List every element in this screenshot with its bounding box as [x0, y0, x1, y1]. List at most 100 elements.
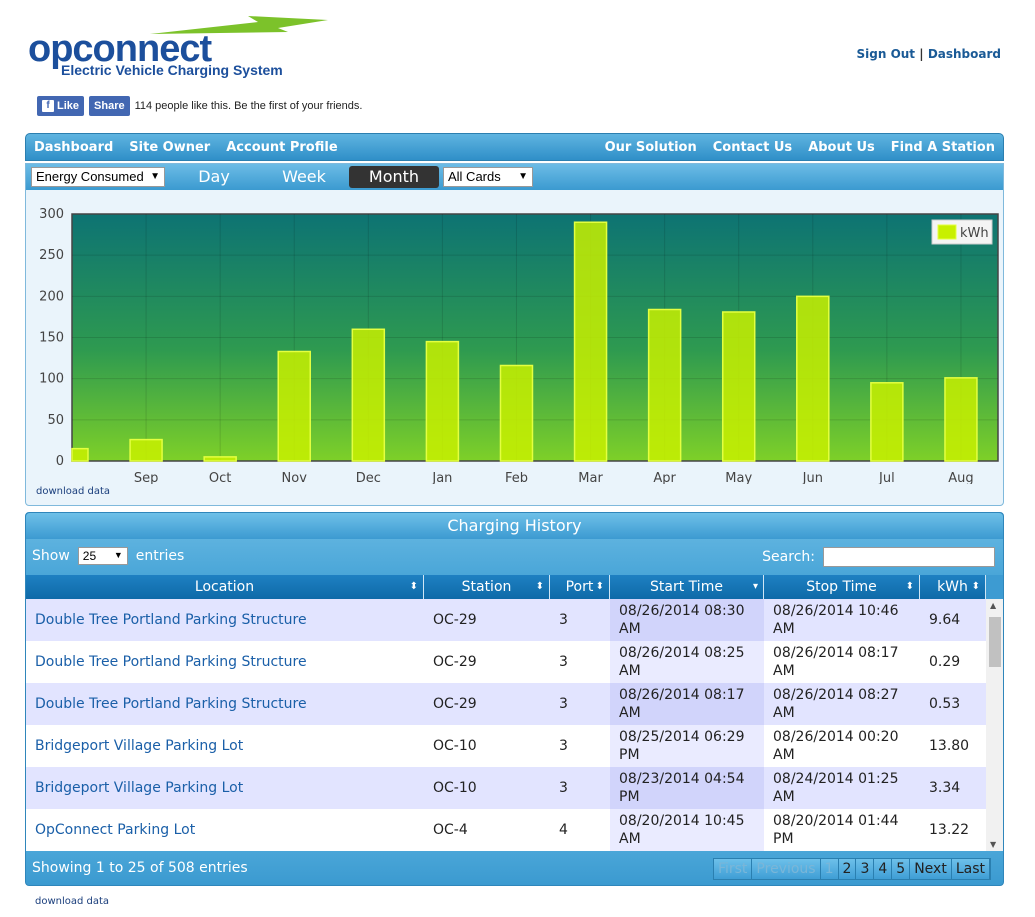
- table-row[interactable]: Double Tree Portland Parking Structure OC…: [26, 599, 986, 641]
- table-row[interactable]: Double Tree Portland Parking Structure OC…: [26, 683, 986, 725]
- dashboard-link[interactable]: Dashboard: [928, 47, 1001, 61]
- cards-select[interactable]: All Cards ▼: [443, 167, 533, 187]
- cell-start-time: 08/20/2014 10:45 AM: [610, 809, 764, 851]
- location-link[interactable]: Bridgeport Village Parking Lot: [35, 737, 243, 755]
- nav-about-us[interactable]: About Us: [808, 140, 875, 155]
- cell-kwh: 9.64: [929, 612, 961, 628]
- table-row[interactable]: Double Tree Portland Parking Structure OC…: [26, 641, 986, 683]
- scroll-down-icon[interactable]: ▼: [990, 840, 996, 849]
- y-tick-label: 0: [56, 454, 64, 469]
- tab-day[interactable]: Day: [169, 166, 259, 188]
- location-link[interactable]: Double Tree Portland Parking Structure: [35, 611, 307, 629]
- y-tick-label: 150: [39, 331, 64, 346]
- cell-location: Double Tree Portland Parking Structure: [26, 599, 424, 641]
- table-row[interactable]: Bridgeport Village Parking Lot OC-10 3 08/2…: [26, 725, 986, 767]
- pager-4[interactable]: 4: [874, 859, 893, 879]
- cell-start-time: 08/23/2014 04:54 PM: [610, 767, 764, 809]
- cell-stop-time: 08/26/2014 08:27 AM: [773, 687, 899, 721]
- location-link[interactable]: Double Tree Portland Parking Structure: [35, 695, 307, 713]
- cell-port: 4: [559, 822, 568, 838]
- nav-our-solution[interactable]: Our Solution: [605, 140, 697, 155]
- y-tick-label: 250: [39, 248, 64, 263]
- charging-history-panel: Charging History Show 25 ▼ entries Searc…: [25, 512, 1004, 886]
- cell-kwh: 0.53: [929, 696, 961, 712]
- metric-select[interactable]: Energy Consumed ▼: [31, 167, 165, 187]
- charging-history-title: Charging History: [26, 513, 1003, 539]
- cell-kwh: 3.34: [929, 780, 961, 796]
- pager-1[interactable]: 1: [820, 859, 839, 879]
- sort-icon: ⬍: [905, 581, 914, 592]
- column-header-label: kWh: [937, 579, 968, 595]
- scroll-up-icon[interactable]: ▲: [990, 601, 996, 610]
- download-data-link[interactable]: download data: [36, 486, 110, 497]
- facebook-share-button[interactable]: Share: [89, 96, 130, 116]
- table-header: Location ⬍ Station ⬍ Port ⬍ Start Time ▾ Stop Ti…: [26, 575, 986, 599]
- pager-last[interactable]: Last: [951, 859, 990, 879]
- table-scrollbar[interactable]: ▲ ▼: [986, 599, 1003, 851]
- chart-bar: [647, 308, 682, 462]
- table-toolbar: Show 25 ▼ entries Search:: [26, 539, 1003, 575]
- x-tick-label: Jul: [878, 471, 895, 484]
- chevron-down-icon: ▼: [113, 550, 123, 560]
- column-header-label: Port: [565, 579, 594, 595]
- facebook-like-button[interactable]: f Like: [37, 96, 85, 116]
- table-row[interactable]: OpConnect Parking Lot OC-4 4 08/20/2014 10:…: [26, 809, 986, 851]
- chevron-down-icon: ▼: [150, 171, 160, 182]
- pager-next[interactable]: Next: [910, 859, 952, 879]
- download-data-link-bottom[interactable]: download data: [35, 896, 109, 907]
- chart-bar: [573, 221, 608, 462]
- pager-first[interactable]: First: [713, 859, 753, 879]
- cell-location: Bridgeport Village Parking Lot: [26, 725, 424, 767]
- column-header-location[interactable]: Location ⬍: [26, 575, 424, 599]
- column-header-start-time[interactable]: Start Time ▾: [610, 575, 764, 599]
- sort-desc-icon: ▾: [752, 581, 758, 592]
- cell-station: OC-29: [433, 696, 477, 712]
- tab-week[interactable]: Week: [259, 166, 349, 188]
- pager-2[interactable]: 2: [838, 859, 857, 879]
- location-link[interactable]: Bridgeport Village Parking Lot: [35, 779, 243, 797]
- cell-stop-time: 08/20/2014 01:44 PM: [773, 813, 899, 847]
- table-row[interactable]: Bridgeport Village Parking Lot OC-10 3 08/2…: [26, 767, 986, 809]
- column-header-port[interactable]: Port ⬍: [550, 575, 610, 599]
- nav-site-owner[interactable]: Site Owner: [129, 140, 210, 155]
- column-header-station[interactable]: Station ⬍: [424, 575, 550, 599]
- page-length-select[interactable]: 25 ▼: [77, 547, 128, 565]
- pager-5[interactable]: 5: [892, 859, 911, 879]
- y-tick-label: 100: [39, 372, 64, 387]
- y-tick-label: 300: [39, 207, 64, 222]
- chart-bar: [351, 328, 386, 462]
- x-tick-label: Dec: [356, 471, 381, 484]
- link-separator: |: [919, 47, 924, 61]
- column-header-label: Start Time: [650, 579, 723, 595]
- y-tick-label: 200: [39, 289, 64, 304]
- table-info: Showing 1 to 25 of 508 entries: [32, 860, 248, 876]
- cell-stop-time: 08/26/2014 08:17 AM: [773, 645, 899, 679]
- cell-stop-time: 08/26/2014 10:46 AM: [773, 603, 899, 637]
- chart-bar: [203, 456, 237, 462]
- legend-swatch: [937, 224, 957, 240]
- column-header-stop-time[interactable]: Stop Time ⬍: [764, 575, 920, 599]
- nav-dashboard[interactable]: Dashboard: [34, 140, 113, 155]
- cell-start-time: 08/26/2014 08:17 AM: [610, 683, 764, 725]
- sign-out-link[interactable]: Sign Out: [857, 47, 916, 61]
- nav-find-a-station[interactable]: Find A Station: [891, 140, 995, 155]
- energy-chart-panel: Energy Consumed ▼ Day Week Month All Car…: [25, 163, 1004, 506]
- facebook-widget: f Like Share 114 people like this. Be th…: [37, 96, 362, 116]
- sort-icon: ⬍: [971, 581, 980, 592]
- nav-account-profile[interactable]: Account Profile: [226, 140, 337, 155]
- search-input[interactable]: [823, 547, 995, 567]
- x-tick-label: Mar: [578, 471, 603, 484]
- main-nav: Dashboard Site Owner Account Profile Our…: [25, 133, 1004, 161]
- pager-previous[interactable]: Previous: [752, 859, 821, 879]
- pager-3[interactable]: 3: [856, 859, 875, 879]
- location-link[interactable]: Double Tree Portland Parking Structure: [35, 653, 307, 671]
- sort-icon: ⬍: [535, 581, 544, 592]
- column-header-kwh[interactable]: kWh ⬍: [920, 575, 986, 599]
- nav-contact-us[interactable]: Contact Us: [713, 140, 792, 155]
- location-link[interactable]: OpConnect Parking Lot: [35, 821, 195, 839]
- x-tick-label: Jun: [802, 471, 823, 484]
- x-tick-label: Oct: [209, 471, 231, 484]
- cell-port: 3: [559, 612, 568, 628]
- tab-month[interactable]: Month: [349, 166, 439, 188]
- scrollbar-thumb[interactable]: [989, 617, 1001, 667]
